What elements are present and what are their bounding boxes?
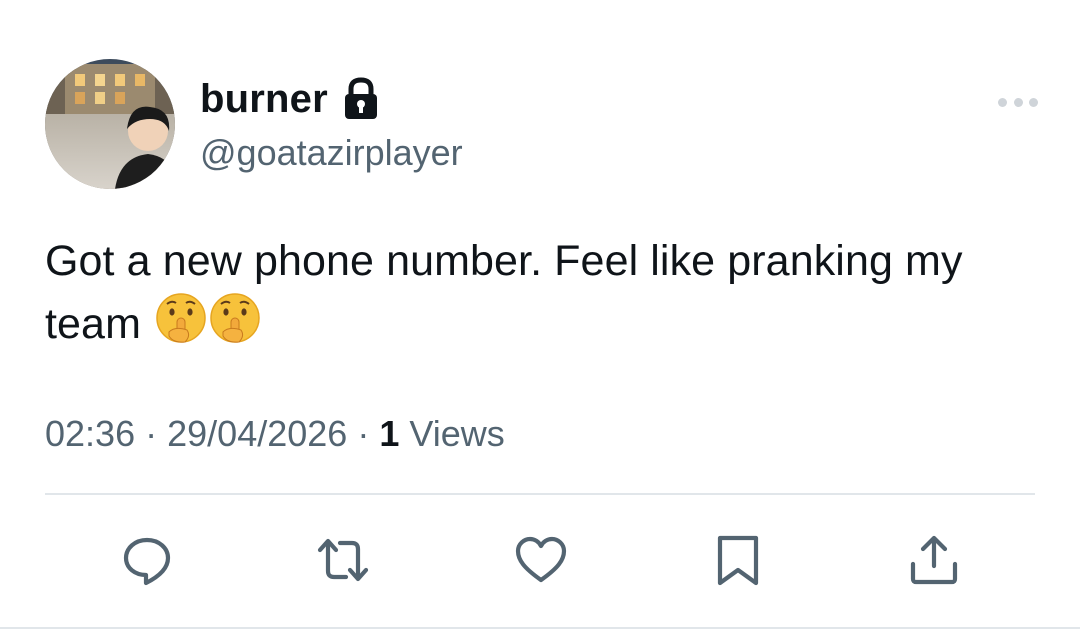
like-button[interactable] — [511, 530, 571, 590]
shushing-face-emoji — [155, 292, 207, 344]
divider — [45, 493, 1035, 495]
more-horizontal-icon[interactable] — [998, 90, 1038, 114]
user-handle[interactable]: @goatazirplayer — [200, 132, 463, 174]
heart-icon — [515, 536, 567, 583]
tweet-time[interactable]: 02:36 — [45, 413, 135, 454]
share-button[interactable] — [904, 530, 964, 590]
views-count: 1 — [379, 413, 400, 454]
avatar[interactable] — [45, 59, 175, 189]
tweet-detail: burner @goatazirplayer Got a new phone n… — [0, 0, 1080, 629]
retweet-icon — [317, 538, 369, 582]
bookmark-button[interactable] — [708, 530, 768, 590]
retweet-button[interactable] — [313, 530, 373, 590]
meta-separator: · — [145, 413, 158, 454]
reply-icon — [123, 537, 171, 586]
tweet-date[interactable]: 29/04/2026 — [167, 413, 347, 454]
shushing-face-emoji — [209, 292, 261, 344]
tweet-meta: 02:36 · 29/04/2026 · 1 Views — [45, 413, 505, 455]
display-name[interactable]: burner — [200, 77, 328, 122]
bookmark-icon — [717, 535, 759, 586]
meta-separator: · — [357, 413, 370, 454]
reply-button[interactable] — [117, 530, 177, 590]
display-name-row: burner — [200, 74, 380, 124]
tweet-text: Got a new phone number. Feel like pranki… — [45, 230, 1035, 355]
lock-icon — [342, 77, 380, 121]
share-icon — [910, 535, 958, 585]
action-bar — [0, 530, 1080, 600]
views-label: Views — [409, 413, 505, 454]
